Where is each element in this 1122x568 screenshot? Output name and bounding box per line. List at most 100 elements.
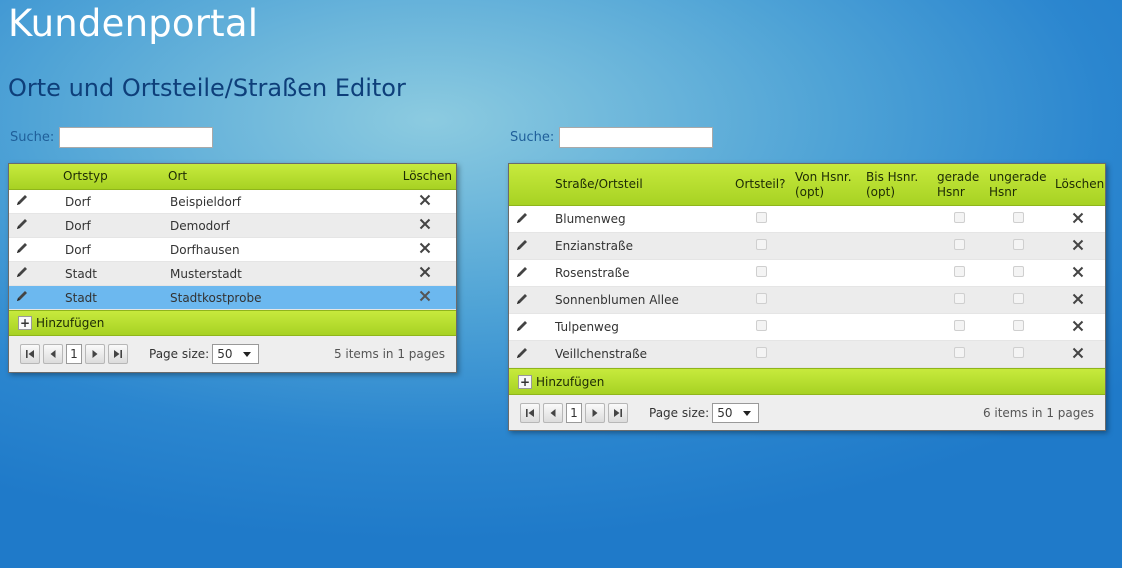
- ortsteil-checkbox[interactable]: [755, 347, 767, 358]
- pencil-icon[interactable]: [515, 211, 529, 225]
- places-pager: 1 Page size: 50 5 items in 1 pages: [9, 336, 456, 372]
- gerade-checkbox[interactable]: [953, 266, 965, 277]
- ungerade-checkbox[interactable]: [1012, 239, 1024, 250]
- pencil-icon[interactable]: [15, 217, 29, 231]
- ortsteil-checkbox[interactable]: [755, 239, 767, 250]
- cell-ortstyp: Stadt: [65, 290, 97, 305]
- x-icon[interactable]: [1072, 320, 1084, 332]
- ortsteil-checkbox[interactable]: [755, 293, 767, 304]
- ungerade-checkbox[interactable]: [1012, 293, 1024, 304]
- page-number[interactable]: 1: [566, 402, 582, 423]
- page-size: Page size: 50: [649, 402, 762, 423]
- page-size-select[interactable]: 50: [712, 402, 760, 423]
- x-icon[interactable]: [1072, 347, 1084, 359]
- gerade-checkbox[interactable]: [953, 212, 965, 223]
- chevron-down-icon: [743, 406, 752, 420]
- plus-icon: +: [518, 374, 532, 389]
- ungerade-checkbox[interactable]: [1012, 320, 1024, 331]
- pager-info: 5 items in 1 pages: [333, 347, 445, 361]
- ortsteil-checkbox[interactable]: [755, 320, 767, 331]
- pencil-icon[interactable]: [15, 289, 29, 303]
- column-header-strasse[interactable]: Straße/Ortsteil: [551, 177, 731, 192]
- streets-pager: 1 Page size: 50 6 items in 1 pages: [509, 395, 1105, 430]
- last-page-button[interactable]: [608, 402, 628, 423]
- table-row[interactable]: Dorf Demodorf: [9, 214, 456, 238]
- next-page-button[interactable]: [85, 344, 105, 364]
- cell-strasse: Rosenstraße: [555, 266, 630, 280]
- x-icon[interactable]: [419, 194, 431, 206]
- gerade-checkbox[interactable]: [953, 320, 965, 331]
- first-page-button[interactable]: [20, 344, 40, 364]
- first-page-button[interactable]: [520, 402, 540, 423]
- x-icon[interactable]: [419, 218, 431, 230]
- places-add-button[interactable]: + Hinzufügen: [9, 310, 456, 336]
- gerade-checkbox[interactable]: [953, 239, 965, 250]
- app-title: Kundenportal: [8, 2, 259, 45]
- table-row[interactable]: Dorf Dorfhausen: [9, 238, 456, 262]
- left-search-input[interactable]: [59, 127, 214, 148]
- cell-ort: Demodorf: [170, 218, 230, 233]
- next-page-button[interactable]: [585, 402, 605, 423]
- gerade-checkbox[interactable]: [953, 347, 965, 358]
- column-header-ort[interactable]: Ort: [164, 169, 394, 184]
- cell-ortstyp: Stadt: [65, 266, 97, 281]
- last-page-button[interactable]: [108, 344, 128, 364]
- x-icon[interactable]: [1072, 266, 1084, 278]
- pencil-icon[interactable]: [515, 319, 529, 333]
- left-search: Suche:: [10, 127, 214, 148]
- table-row[interactable]: Stadt Musterstadt: [9, 262, 456, 286]
- x-icon[interactable]: [1072, 239, 1084, 251]
- right-search-label: Suche:: [510, 130, 555, 145]
- x-icon[interactable]: [419, 266, 431, 278]
- streets-add-button[interactable]: + Hinzufügen: [509, 368, 1105, 395]
- add-label: Hinzufügen: [536, 374, 605, 389]
- x-icon[interactable]: [419, 290, 431, 302]
- page-size-select[interactable]: 50: [212, 344, 260, 364]
- table-row-selected[interactable]: Stadt Stadtkostprobe: [9, 286, 456, 310]
- ortsteil-checkbox[interactable]: [755, 212, 767, 223]
- page-number[interactable]: 1: [66, 344, 82, 364]
- column-header-ortsteil[interactable]: Ortsteil?: [731, 177, 791, 192]
- column-header-gerade-hsnr[interactable]: gerade Hsnr: [933, 170, 985, 200]
- table-row[interactable]: Rosenstraße: [509, 260, 1105, 287]
- ungerade-checkbox[interactable]: [1012, 212, 1024, 223]
- column-header-ortstyp[interactable]: Ortstyp: [59, 169, 164, 184]
- ungerade-checkbox[interactable]: [1012, 347, 1024, 358]
- prev-page-button[interactable]: [43, 344, 63, 364]
- pencil-icon[interactable]: [15, 193, 29, 207]
- gerade-checkbox[interactable]: [953, 293, 965, 304]
- cell-ortstyp: Dorf: [65, 242, 91, 257]
- pencil-icon[interactable]: [515, 265, 529, 279]
- x-icon[interactable]: [419, 242, 431, 254]
- column-header-von-hsnr[interactable]: Von Hsnr. (opt): [791, 170, 862, 200]
- column-header-bis-hsnr[interactable]: Bis Hsnr. (opt): [862, 170, 933, 200]
- column-header-loeschen: Löschen: [402, 169, 452, 183]
- cell-strasse: Enzianstraße: [555, 239, 633, 253]
- cell-strasse: Sonnenblumen Allee: [555, 293, 679, 307]
- table-row[interactable]: Enzianstraße: [509, 233, 1105, 260]
- add-label: Hinzufügen: [36, 316, 105, 330]
- page-size: Page size: 50: [149, 344, 262, 364]
- pencil-icon[interactable]: [515, 346, 529, 360]
- prev-page-button[interactable]: [543, 402, 563, 423]
- x-icon[interactable]: [1072, 212, 1084, 224]
- page-size-label: Page size:: [149, 347, 210, 361]
- chevron-down-icon: [243, 347, 252, 361]
- column-header-ungerade-hsnr[interactable]: ungerade Hsnr: [985, 170, 1051, 200]
- table-row[interactable]: Dorf Beispieldorf: [9, 190, 456, 214]
- table-row[interactable]: Blumenweg: [509, 206, 1105, 233]
- pencil-icon[interactable]: [15, 265, 29, 279]
- pencil-icon[interactable]: [515, 292, 529, 306]
- pencil-icon[interactable]: [15, 241, 29, 255]
- right-search-input[interactable]: [559, 127, 714, 148]
- pencil-icon[interactable]: [515, 238, 529, 252]
- table-row[interactable]: Veillchenstraße: [509, 341, 1105, 368]
- table-row[interactable]: Tulpenweg: [509, 314, 1105, 341]
- x-icon[interactable]: [1072, 293, 1084, 305]
- streets-grid: Straße/Ortsteil Ortsteil? Von Hsnr. (opt…: [508, 163, 1106, 431]
- ungerade-checkbox[interactable]: [1012, 266, 1024, 277]
- table-row[interactable]: Sonnenblumen Allee: [509, 287, 1105, 314]
- ortsteil-checkbox[interactable]: [755, 266, 767, 277]
- column-header-loeschen: Löschen: [1055, 177, 1105, 191]
- left-search-label: Suche:: [10, 130, 55, 145]
